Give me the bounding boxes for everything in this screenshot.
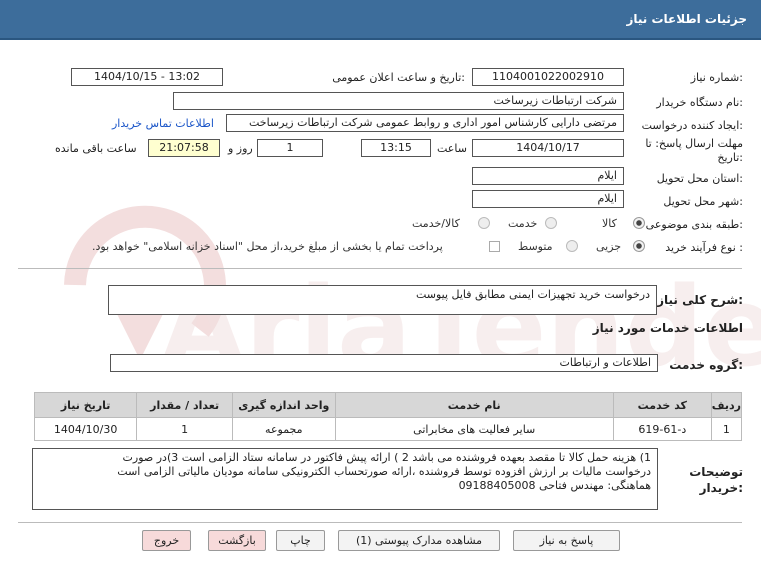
- category-option-goods-service: کالا/خدمت: [412, 217, 460, 230]
- buyer-notes-label: توضیحات: [689, 465, 743, 479]
- reply-button[interactable]: پاسخ به نیاز: [513, 530, 620, 551]
- col-service-code: کد خدمت: [612, 392, 712, 418]
- table-header-row: ردیف کد خدمت نام خدمت واحد اندازه گیری ت…: [33, 392, 743, 418]
- deadline-label-date: تاریخ:: [717, 151, 743, 164]
- process-option-medium: متوسط: [518, 240, 553, 253]
- category-radio-goods-service[interactable]: [478, 217, 490, 229]
- service-group-label: گروه خدمت:: [669, 358, 743, 372]
- col-service-name: نام خدمت: [334, 392, 614, 418]
- buyer-notes-line-2: درخواست مالیات بر ارزش افزوده توسط فروشن…: [117, 465, 651, 478]
- footer-divider: [18, 522, 742, 523]
- category-radio-service[interactable]: [545, 217, 557, 229]
- cell-service-code: د-61-619: [612, 417, 712, 441]
- services-table: ردیف کد خدمت نام خدمت واحد اندازه گیری ت…: [33, 392, 743, 441]
- buyer-notes-line-1: 1) هزینه حمل کالا تا مقصد بعهده فروشنده …: [122, 451, 651, 464]
- process-option-minor: جزیی: [596, 240, 622, 253]
- view-attachments-button[interactable]: مشاهده مدارک پیوستی (1): [338, 530, 500, 551]
- service-group-field: اطلاعات و ارتباطات: [110, 354, 658, 372]
- summary-label: شرح کلی نیاز:: [657, 293, 743, 307]
- treasury-payment-checkbox[interactable]: [489, 241, 500, 252]
- announce-label: تاریخ و ساعت اعلان عمومی:: [332, 71, 465, 84]
- remaining-time-label: ساعت باقی مانده: [55, 142, 137, 155]
- category-label: طبقه بندی موضوعی:: [645, 218, 743, 231]
- deadline-time-label: ساعت: [437, 142, 467, 155]
- treasury-payment-note: پرداخت تمام یا بخشی از مبلغ خرید،از محل …: [92, 240, 443, 253]
- print-button[interactable]: چاپ: [276, 530, 325, 551]
- col-row: ردیف: [710, 392, 743, 418]
- need-number-label: شماره نیاز:: [690, 71, 743, 84]
- deadline-time-field: 13:15: [361, 139, 431, 157]
- col-unit: واحد اندازه گیری: [231, 392, 336, 418]
- deadline-date-field: 1404/10/17: [472, 139, 624, 157]
- days-label: روز و: [228, 142, 253, 155]
- process-label: نوع فرآیند خرید :: [665, 241, 743, 254]
- buyer-notes-label-2: خریدار:: [699, 481, 743, 495]
- buyer-field: شرکت ارتباطات زیرساخت: [173, 92, 624, 110]
- page-header: جزئیات اطلاعات نیاز: [0, 0, 761, 40]
- deadline-label: مهلت ارسال پاسخ: تا: [645, 137, 743, 150]
- col-quantity: تعداد / مقدار: [136, 392, 233, 418]
- process-radio-medium[interactable]: [566, 240, 578, 252]
- exit-button[interactable]: خروج: [142, 530, 191, 551]
- buyer-contact-link[interactable]: اطلاعات تماس خریدار: [112, 117, 214, 130]
- buyer-label: نام دستگاه خریدار:: [656, 96, 743, 109]
- back-button[interactable]: بازگشت: [208, 530, 266, 551]
- creator-field: مرتضی دارایی کارشناس امور اداری و روابط …: [226, 114, 624, 132]
- province-field: ایلام: [472, 167, 624, 185]
- services-info-title: اطلاعات خدمات مورد نیاز: [592, 321, 743, 335]
- creator-label: ایجاد کننده درخواست:: [641, 119, 743, 132]
- category-radio-goods[interactable]: [633, 217, 645, 229]
- city-field: ایلام: [472, 190, 624, 208]
- buyer-notes-line-3: هماهنگی: مهندس فتاحی 09188405008: [458, 479, 651, 492]
- col-need-date: تاریخ نیاز: [33, 392, 138, 418]
- need-number-field: 1104001022002910: [472, 68, 624, 86]
- cell-service-name: سایر فعالیت های مخابراتی: [334, 417, 614, 441]
- city-label: شهر محل تحویل:: [663, 195, 743, 208]
- cell-unit: مجموعه: [231, 417, 336, 441]
- table-row: 1 د-61-619 سایر فعالیت های مخابراتی مجمو…: [33, 417, 743, 441]
- announce-field: 1404/10/15 - 13:02: [71, 68, 223, 86]
- province-label: استان محل تحویل:: [656, 172, 743, 185]
- cell-quantity: 1: [136, 417, 233, 441]
- page-title: جزئیات اطلاعات نیاز: [626, 12, 747, 26]
- cell-need-date: 1404/10/30: [33, 417, 138, 441]
- days-field: 1: [257, 139, 323, 157]
- category-option-goods: کالا: [602, 217, 617, 230]
- remaining-time-field: 21:07:58: [148, 139, 220, 157]
- summary-field: درخواست خرید تجهیزات ایمنی مطابق فایل پی…: [108, 285, 657, 315]
- process-radio-minor[interactable]: [633, 240, 645, 252]
- buyer-notes-field: 1) هزینه حمل کالا تا مقصد بعهده فروشنده …: [32, 448, 658, 510]
- category-option-service: خدمت: [508, 217, 538, 230]
- section-divider: [18, 268, 742, 269]
- cell-row: 1: [710, 417, 743, 441]
